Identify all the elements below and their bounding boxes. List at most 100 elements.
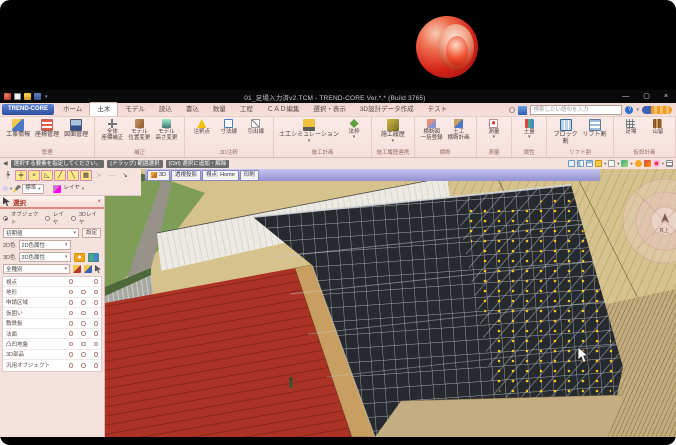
- account-button[interactable]: [642, 106, 672, 114]
- toggle-circle[interactable]: [81, 331, 86, 336]
- walkthrough-icon[interactable]: [621, 160, 628, 167]
- settings-button[interactable]: 設定: [82, 228, 101, 238]
- toggle-circle[interactable]: [69, 321, 74, 326]
- toggle-circle[interactable]: [69, 311, 74, 316]
- snap-division-icon[interactable]: ╲: [67, 170, 79, 181]
- help-icon[interactable]: ?: [625, 106, 633, 114]
- dimension-line-button[interactable]: 寸法線: [216, 118, 242, 135]
- caret-icon[interactable]: ▾: [630, 161, 632, 167]
- type-filter-select[interactable]: 全種別▾: [3, 264, 70, 274]
- snap-arrow-icon[interactable]: ↘: [119, 170, 131, 181]
- color-palette-toggle[interactable]: [88, 253, 99, 262]
- construction-info-button[interactable]: 工事情報: [4, 118, 32, 139]
- list-item[interactable]: 地形: [3, 287, 101, 297]
- tab-doboku[interactable]: 土木: [89, 102, 118, 116]
- model-height-button[interactable]: モデル 高さ変更: [153, 118, 179, 141]
- caret-icon[interactable]: ▾: [617, 161, 619, 167]
- snap-perpendicular-icon[interactable]: ◺: [41, 170, 53, 181]
- toggle-circle[interactable]: [69, 279, 74, 284]
- construction-history-button[interactable]: 施工履歴▾: [379, 118, 407, 144]
- toggle-circle[interactable]: [94, 290, 99, 295]
- toggle-circle[interactable]: [94, 279, 99, 284]
- toggle-circle[interactable]: [69, 300, 74, 305]
- tab-test[interactable]: テスト: [421, 103, 455, 116]
- caret-icon[interactable]: ▾: [604, 161, 606, 167]
- mode-layer-radio[interactable]: [45, 216, 50, 221]
- list-item[interactable]: 法面: [3, 329, 101, 339]
- open-folder-icon[interactable]: [24, 93, 31, 100]
- lift-split-button[interactable]: リフト割: [581, 118, 609, 139]
- list-item[interactable]: 敷鉄板: [3, 319, 101, 329]
- pen-style-icon[interactable]: [13, 185, 21, 193]
- snap-line-icon[interactable]: ╱: [54, 170, 66, 181]
- new-view-icon[interactable]: [568, 160, 575, 167]
- block-split-button[interactable]: ブロック割: [552, 118, 580, 145]
- light-icon[interactable]: [635, 160, 642, 167]
- toggle-circle[interactable]: [94, 300, 99, 305]
- command-search-input[interactable]: [530, 105, 622, 115]
- toggle-circle[interactable]: [81, 342, 86, 347]
- snap-free-icon[interactable]: ╄: [2, 170, 14, 181]
- viewpoint-home-button[interactable]: 視点: Home: [202, 170, 239, 181]
- tab-3d-design-data[interactable]: 3D設計データ作成: [353, 103, 421, 116]
- save-icon[interactable]: [34, 93, 41, 100]
- view-tab-3d[interactable]: 3D: [147, 170, 170, 181]
- scaffold-button[interactable]: 足場: [618, 118, 644, 135]
- tab-export[interactable]: 書込: [179, 103, 206, 116]
- annotation-point-button[interactable]: 注釈点: [189, 118, 215, 135]
- toggle-circle[interactable]: [81, 300, 86, 305]
- trend-core-app-button[interactable]: TREND-CORE: [2, 104, 54, 115]
- pan-view-icon[interactable]: [653, 160, 660, 167]
- display-settings-icon[interactable]: [608, 160, 615, 167]
- list-item[interactable]: 仮囲い: [3, 308, 101, 318]
- cross-section-register-button[interactable]: 横断図 一括登録: [419, 118, 445, 141]
- maximize-button[interactable]: ▢: [643, 90, 650, 103]
- slope-frame-button[interactable]: 法枠▾: [341, 118, 367, 140]
- toggle-circle[interactable]: [94, 331, 99, 336]
- earthwork-simulation-button[interactable]: 土工シミュレーション▾: [278, 118, 340, 144]
- tab-cad-edit[interactable]: ＣＡＤ編集: [260, 103, 307, 116]
- preset-select[interactable]: 初期値▾: [3, 228, 79, 238]
- list-item[interactable]: 汎用オブジェクト: [3, 360, 101, 370]
- toggle-circle[interactable]: [94, 363, 99, 368]
- toggle-circle[interactable]: [69, 290, 74, 295]
- mode-3dlayer-radio[interactable]: [71, 216, 76, 221]
- caret-icon[interactable]: ▾: [662, 161, 664, 167]
- mode-object-radio[interactable]: [3, 216, 8, 221]
- model-move-button[interactable]: モデル 位置変更: [126, 118, 152, 141]
- tab-model[interactable]: モデル: [118, 103, 152, 116]
- caret-icon[interactable]: ▾: [10, 186, 12, 192]
- close-button[interactable]: ×: [664, 90, 668, 103]
- filter-highlight-icon[interactable]: [73, 265, 81, 273]
- toggle-circle[interactable]: [94, 321, 99, 326]
- snap-minus-icon[interactable]: —: [106, 170, 118, 181]
- toggle-circle[interactable]: [69, 331, 74, 336]
- toggle-circle[interactable]: [94, 342, 99, 347]
- new-file-icon[interactable]: [14, 93, 21, 100]
- toggle-circle[interactable]: [69, 363, 74, 368]
- list-item[interactable]: 視点: [3, 277, 101, 287]
- panel-close-icon[interactable]: ×: [97, 199, 101, 205]
- snap-grid-icon[interactable]: ▦: [80, 170, 92, 181]
- tab-import[interactable]: 読込: [152, 103, 179, 116]
- search-icon[interactable]: [518, 106, 527, 115]
- refresh-icon[interactable]: [644, 160, 651, 167]
- pin-icon[interactable]: [509, 107, 515, 113]
- tab-quantity[interactable]: 数量: [206, 103, 233, 116]
- projection-mode-button[interactable]: 透視投影: [171, 170, 201, 181]
- leader-line-button[interactable]: 引出線: [243, 118, 269, 135]
- coordinate-manage-button[interactable]: 座標管理: [33, 118, 61, 139]
- visibility-bulb-toggle[interactable]: [74, 253, 85, 262]
- list-item[interactable]: 申請区域: [3, 298, 101, 308]
- color-2d-select[interactable]: 2D色属性▾: [19, 240, 71, 250]
- help-caret-icon[interactable]: ▾: [636, 107, 639, 113]
- shading-mode-icon[interactable]: [595, 160, 602, 167]
- toggle-circle[interactable]: [94, 311, 99, 316]
- split-vertical-icon[interactable]: [577, 160, 584, 167]
- toggle-circle[interactable]: [69, 342, 74, 347]
- color-3d-select[interactable]: 3D色属性▾: [19, 252, 71, 262]
- viewport-3d[interactable]: 真上: [105, 169, 676, 437]
- layer-select[interactable]: レイヤ▾: [62, 184, 87, 194]
- toggle-circle[interactable]: [69, 352, 74, 357]
- split-horizontal-icon[interactable]: [586, 160, 593, 167]
